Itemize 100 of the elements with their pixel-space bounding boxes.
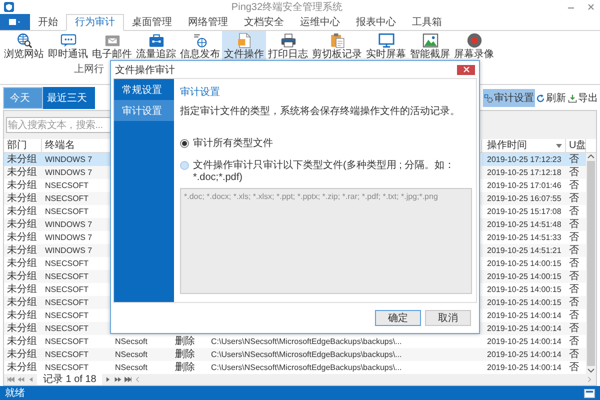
- table-cell-text: 否: [568, 296, 580, 309]
- ribbon-button[interactable]: 信息发布: [178, 30, 222, 60]
- table-cell-text: 未分组: [6, 257, 38, 270]
- last-page-icon[interactable]: [124, 376, 132, 383]
- ribbon-button[interactable]: 文件操作: [222, 30, 266, 60]
- table-cell-text: NSecsoft: [114, 362, 148, 374]
- table-cell-text: NSECSOFT: [44, 180, 90, 192]
- table-cell-text: NSECSOFT: [44, 206, 90, 218]
- table-cell-text: NSECSOFT: [44, 297, 90, 309]
- printer-icon: [280, 32, 296, 48]
- table-cell-text: NSecsoft: [114, 336, 148, 348]
- previous-page-icon[interactable]: [17, 376, 25, 383]
- close-button[interactable]: [457, 64, 475, 74]
- status-text: 就绪: [5, 386, 26, 400]
- ribbon-button[interactable]: 电子邮件: [90, 30, 134, 60]
- table-cell-text: 2019-10-25 14:00:15: [486, 297, 562, 309]
- table-cell-text: 否: [568, 257, 580, 270]
- radio-button[interactable]: [180, 139, 189, 148]
- table-cell-text: 否: [568, 309, 580, 322]
- ribbon-button[interactable]: 剪切板记录: [310, 30, 364, 60]
- close-icon[interactable]: [586, 2, 596, 12]
- table-cell-text: 2019-10-25 14:51:21: [486, 245, 562, 257]
- refresh-icon: [536, 94, 545, 103]
- settings-icon: [484, 94, 493, 103]
- table-cell-text: 否: [568, 205, 580, 218]
- table-cell: 2019-10-25 17:12:23: [482, 153, 566, 166]
- toolbar-button[interactable]: 导出: [567, 89, 599, 108]
- record-counter: 记录 1 of 18: [37, 374, 102, 385]
- ribbon-tab[interactable]: 运维中心: [292, 14, 348, 30]
- toolbar-button[interactable]: 审计设置: [483, 89, 535, 108]
- radio-option[interactable]: 审计所有类型文件: [180, 138, 472, 150]
- globe-search-icon: [16, 32, 32, 48]
- settings-nav-item[interactable]: 常规设置: [114, 79, 174, 100]
- app-menu-button[interactable]: [0, 14, 30, 30]
- ribbon-button[interactable]: 流量追踪: [134, 30, 178, 60]
- table-cell-text: 未分组: [6, 231, 38, 244]
- monitor-icon: [378, 32, 394, 48]
- table-cell-text: 2019-10-25 17:12:18: [486, 167, 562, 179]
- table-cell-text: NSECSOFT: [44, 310, 90, 322]
- table-cell: 未分组: [4, 153, 42, 166]
- first-page-icon[interactable]: [7, 376, 15, 383]
- table-cell-text: 2019-10-25 14:51:33: [486, 232, 562, 244]
- table-cell-text: 未分组: [6, 309, 38, 322]
- ribbon-button[interactable]: 浏览网站: [2, 30, 46, 60]
- description-text: 指定审计文件的类型，系统将会保存终端操作文件的活动记录。: [180, 104, 461, 118]
- previous-record-icon[interactable]: [27, 376, 35, 383]
- vertical-scrollbar[interactable]: [586, 153, 596, 374]
- table-cell-text: 否: [568, 270, 580, 283]
- image-icon: [422, 32, 438, 48]
- ribbon-button[interactable]: 屏幕录像: [452, 30, 496, 60]
- table-cell-text: 未分组: [6, 192, 38, 205]
- option-label: 审计所有类型文件: [193, 138, 273, 150]
- ribbon-tab[interactable]: 开始: [30, 14, 66, 30]
- table-cell-text: 删除: [174, 348, 196, 361]
- table-cell-text: 未分组: [6, 218, 38, 231]
- table-cell-text: 2019-10-25 14:00:15: [486, 258, 562, 270]
- table-cell-text: NSECSOFT: [44, 193, 90, 205]
- ribbon-tab[interactable]: 桌面管理: [124, 14, 180, 30]
- table-cell-text: 未分组: [6, 348, 38, 361]
- next-page-icon[interactable]: [114, 376, 122, 383]
- toolbar-button[interactable]: 刷新: [535, 89, 567, 108]
- scroll-down-icon[interactable]: [587, 368, 595, 374]
- cancel-button[interactable]: 取消: [425, 310, 471, 326]
- table-cell-text: 未分组: [6, 244, 38, 257]
- column-header[interactable]: 部门: [4, 139, 42, 152]
- table-cell-text: WINDOWS 7: [44, 167, 94, 179]
- table-cell-text: 2019-10-25 14:51:48: [486, 219, 562, 231]
- close-icon: [462, 66, 470, 73]
- ribbon-tab[interactable]: 网络管理: [180, 14, 236, 30]
- ok-button[interactable]: 确定: [375, 310, 421, 326]
- briefcase-icon: [148, 32, 164, 48]
- ribbon-button[interactable]: 即时通讯: [46, 30, 90, 60]
- ribbon-button[interactable]: 智能截屏: [408, 30, 452, 60]
- table-cell-text: 否: [568, 166, 580, 179]
- ribbon-tab[interactable]: 文档安全: [236, 14, 292, 30]
- table-cell-text: 否: [568, 322, 580, 335]
- radio-button[interactable]: [180, 161, 189, 170]
- table-cell-text: 2019-10-25 14:00:14: [486, 323, 562, 335]
- ribbon-tab[interactable]: 行为审计: [66, 14, 124, 30]
- settings-nav-item[interactable]: 审计设置: [114, 100, 174, 121]
- next-record-icon[interactable]: [104, 376, 112, 383]
- column-header[interactable]: 操作时间: [482, 139, 566, 152]
- window-icon[interactable]: [584, 388, 595, 398]
- ribbon-button[interactable]: 实时屏幕: [364, 30, 408, 60]
- table-cell-text: NSECSOFT: [44, 336, 90, 348]
- ribbon-tab[interactable]: 报表中心: [348, 14, 404, 30]
- table-cell-text: 否: [568, 335, 580, 348]
- table-cell-text: 未分组: [6, 296, 38, 309]
- table-cell-text: 2019-10-25 15:17:08: [486, 206, 562, 218]
- date-range-tab[interactable]: 最近三天: [43, 87, 95, 110]
- ribbon-tab[interactable]: 工具箱: [404, 14, 450, 30]
- ribbon-button[interactable]: 打印日志: [266, 30, 310, 60]
- table-cell-text: 未分组: [6, 166, 38, 179]
- table-cell-text: 否: [568, 361, 580, 374]
- table-cell-text: 删除: [174, 335, 196, 348]
- clipboard-icon: [328, 32, 346, 48]
- table-cell-text: 2019-10-25 14:00:14: [486, 336, 562, 348]
- table-cell-text: 未分组: [6, 179, 38, 192]
- scroll-up-icon[interactable]: [587, 153, 595, 159]
- column-header[interactable]: U盘: [566, 139, 586, 152]
